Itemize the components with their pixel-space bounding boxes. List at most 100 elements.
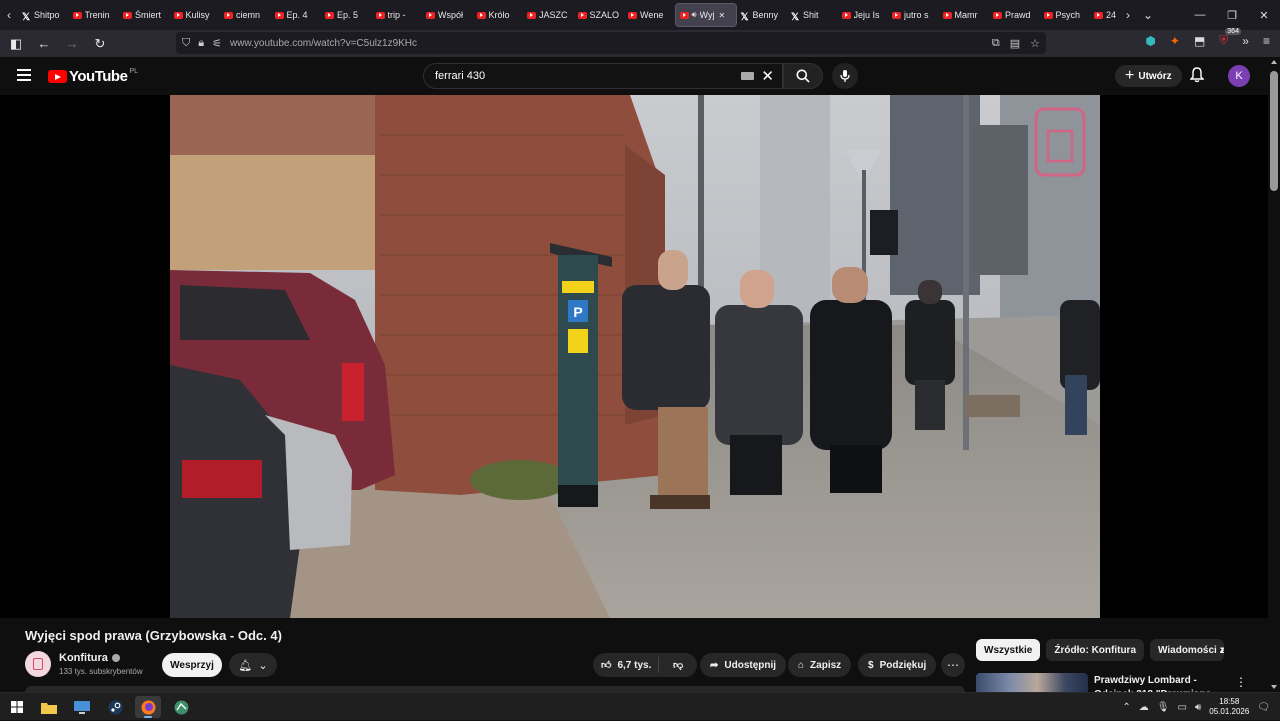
volume-icon[interactable]: 🔊︎: [1195, 702, 1201, 713]
browser-tab[interactable]: Ep. 4: [271, 3, 322, 27]
clear-search-icon[interactable]: ✕: [761, 67, 774, 85]
search-query[interactable]: ferrari 430: [435, 70, 485, 82]
notifications-center-icon[interactable]: 🗨︎: [1257, 702, 1270, 713]
browser-tab[interactable]: 𝕏 Shitpo: [18, 3, 69, 27]
more-actions-icon[interactable]: ⋯: [941, 653, 965, 677]
browser-tab[interactable]: ciemn: [220, 3, 271, 27]
browser-tab[interactable]: Wene: [624, 3, 675, 27]
chips-next-icon[interactable]: ›: [1220, 642, 1224, 657]
minimize-icon[interactable]: —: [1184, 0, 1216, 30]
browser-tab[interactable]: Ep. 5: [321, 3, 372, 27]
reader-view-icon[interactable]: ▤: [1010, 37, 1020, 50]
picture-in-picture-icon[interactable]: ⧉: [992, 37, 1000, 50]
video-frame[interactable]: P: [170, 95, 1100, 618]
tab-audio-icon[interactable]: 🔊︎: [692, 10, 697, 20]
channel-avatar[interactable]: [25, 651, 51, 677]
recommended-title[interactable]: Prawdziwy Lombard - Odcinek 318 "Drewnia…: [1094, 674, 1224, 692]
search-input[interactable]: ferrari 430 ✕: [423, 63, 783, 89]
like-count: 6,7 tys.: [617, 659, 652, 671]
browser-tab[interactable]: Psych: [1040, 3, 1091, 27]
vpn-extension-icon[interactable]: ⬢: [1145, 34, 1155, 48]
share-button[interactable]: ➦ Udostępnij: [700, 653, 787, 677]
tray-overflow-icon[interactable]: ⌃: [1122, 702, 1130, 713]
channel-name[interactable]: Konfitura: [59, 652, 120, 664]
page-scrollbar[interactable]: [1268, 57, 1280, 692]
forward-icon[interactable]: →: [60, 32, 84, 56]
lock-icon[interactable]: 🔒︎: [198, 37, 204, 50]
display-icon[interactable]: ▭: [1177, 702, 1186, 713]
chip-news[interactable]: Wiadomości ze ś: [1150, 639, 1225, 661]
clock[interactable]: 18:58 05.01.2026: [1209, 697, 1249, 717]
browser-tab[interactable]: 𝕏 Shit: [787, 3, 838, 27]
windows-start-icon[interactable]: [4, 696, 30, 718]
youtube-logo[interactable]: YouTube PL: [48, 68, 138, 85]
browser-tab[interactable]: JASZC: [523, 3, 574, 27]
steam-icon[interactable]: [102, 696, 128, 718]
browser-tab[interactable]: jutro s: [888, 3, 939, 27]
monitor-app-icon[interactable]: [69, 696, 95, 718]
back-icon[interactable]: ←: [32, 32, 56, 56]
close-tab-icon[interactable]: ✕: [718, 11, 725, 20]
chip-all[interactable]: Wszystkie: [976, 639, 1041, 661]
scrollbar-thumb[interactable]: [1270, 71, 1278, 191]
shield-icon[interactable]: ⛉: [182, 37, 190, 50]
tab-active[interactable]: 🔊︎ Wyj ✕: [674, 3, 737, 27]
subscription-notifications-button[interactable]: 🔔︎ ⌄: [229, 653, 277, 677]
reload-icon[interactable]: ↻: [88, 32, 112, 56]
browser-tab[interactable]: Trenin: [69, 3, 120, 27]
create-button[interactable]: + Utwórz: [1115, 65, 1182, 87]
close-window-icon[interactable]: ✕: [1248, 0, 1280, 30]
bookmark-star-icon[interactable]: ☆: [1030, 37, 1040, 50]
guide-menu-icon[interactable]: [17, 69, 31, 81]
firefox-account-icon[interactable]: ✦: [1170, 34, 1180, 48]
browser-tab[interactable]: trip -: [372, 3, 423, 27]
save-button[interactable]: ⌂ Zapisz: [788, 653, 852, 677]
channel-name-text[interactable]: Konfitura: [59, 652, 108, 664]
permissions-icon[interactable]: ⚟: [212, 37, 222, 50]
recommended-thumbnail[interactable]: [976, 673, 1088, 692]
restore-icon[interactable]: ❐: [1216, 0, 1248, 30]
browser-tab[interactable]: Prawd: [989, 3, 1040, 27]
keyboard-icon[interactable]: [741, 72, 754, 80]
browser-tab[interactable]: Kulisy: [170, 3, 221, 27]
network-cloud-icon[interactable]: ☁: [1139, 702, 1149, 713]
youtube-wordmark: YouTube: [69, 68, 128, 85]
address-bar[interactable]: ⛉ 🔒︎ ⚟ www.youtube.com/watch?v=C5ulz1z9K…: [176, 32, 1046, 54]
scroll-down-icon[interactable]: [1271, 685, 1277, 689]
ublock-badge: 364: [1225, 28, 1241, 35]
scroll-up-icon[interactable]: [1271, 60, 1277, 64]
url-text[interactable]: www.youtube.com/watch?v=C5ulz1z9KHc: [230, 38, 417, 49]
search-button[interactable]: [783, 63, 823, 89]
tabs-scroll-right-icon[interactable]: ›: [1118, 8, 1138, 22]
browser-tab[interactable]: 𝕏 Benny: [737, 3, 788, 27]
like-button[interactable]: 👍︎ 6,7 tys.: [593, 657, 659, 673]
thanks-button[interactable]: $ Podziękuj: [858, 653, 937, 677]
browser-tab[interactable]: Jeju Is: [838, 3, 889, 27]
browser-tab[interactable]: 24 C: [1090, 3, 1118, 27]
browser-tab[interactable]: SZALO: [574, 3, 625, 27]
app-menu-icon[interactable]: ≡: [1263, 34, 1270, 48]
notifications-button[interactable]: [1189, 67, 1205, 88]
browser-tab[interactable]: Królo: [473, 3, 524, 27]
list-all-tabs-icon[interactable]: ⌄: [1138, 8, 1158, 22]
browser-tab[interactable]: Mamr: [939, 3, 990, 27]
recommended-menu-icon[interactable]: ⋮: [1235, 675, 1247, 689]
chip-source-channel[interactable]: Źródło: Konfitura: [1046, 639, 1145, 661]
tabs-scroll-left-icon[interactable]: ‹: [0, 0, 18, 30]
browser-tab[interactable]: Śmiert: [119, 3, 170, 27]
sidebar-toggle-icon[interactable]: ◧: [4, 32, 28, 56]
overflow-menu-icon[interactable]: »: [1242, 34, 1249, 48]
support-button[interactable]: Wesprzyj: [162, 653, 222, 677]
video-player[interactable]: P: [0, 95, 1268, 618]
firefox-icon[interactable]: [135, 696, 161, 718]
dislike-button[interactable]: 👎︎: [665, 659, 683, 671]
maps-app-icon[interactable]: [168, 696, 194, 718]
browser-tab[interactable]: Współ: [422, 3, 473, 27]
ublock-icon[interactable]: ⛨ 364: [1219, 28, 1241, 48]
youtube-icon: [173, 11, 183, 19]
file-explorer-icon[interactable]: [36, 696, 62, 718]
extensions-icon[interactable]: ⬒: [1194, 34, 1205, 48]
microphone-tray-icon[interactable]: 🎙︎: [1157, 702, 1170, 713]
account-avatar[interactable]: K: [1228, 65, 1250, 87]
voice-search-button[interactable]: [832, 63, 858, 89]
